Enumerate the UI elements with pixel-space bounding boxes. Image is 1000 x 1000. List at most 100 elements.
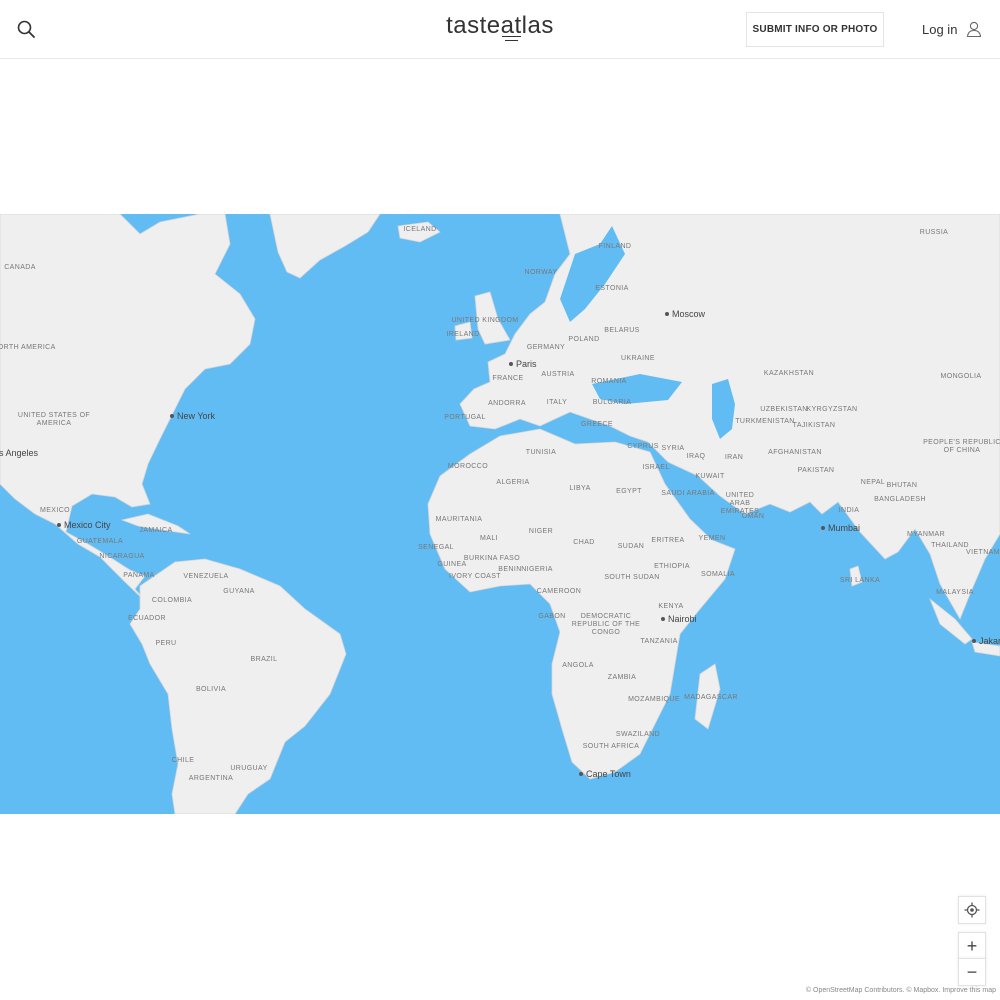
label-usa: UNITED STATES OF AMERICA bbox=[17, 412, 91, 427]
label-benin: BENIN bbox=[498, 566, 522, 573]
label-mozambique: MOZAMBIQUE bbox=[628, 696, 680, 703]
label-ireland: IRELAND bbox=[446, 331, 480, 338]
label-andorra: ANDORRA bbox=[488, 400, 526, 407]
label-malaysia: MALAYSIA bbox=[936, 589, 974, 596]
city-label: Moscow bbox=[672, 309, 706, 319]
label-chile: CHILE bbox=[171, 757, 195, 764]
label-drc: DEMOCRATIC REPUBLIC OF THE CONGO bbox=[571, 613, 641, 636]
city-label: Mexico City bbox=[64, 520, 111, 530]
city-dot bbox=[661, 617, 665, 621]
label-senegal: SENEGAL bbox=[418, 544, 454, 551]
label-kuwait: KUWAIT bbox=[695, 473, 725, 480]
label-morocco: MOROCCO bbox=[447, 463, 489, 470]
label-iraq: IRAQ bbox=[686, 453, 706, 460]
landmass-north-america bbox=[0, 214, 256, 605]
label-somalia: SOMALIA bbox=[701, 571, 735, 578]
label-romania: ROMANIA bbox=[591, 378, 627, 385]
label-niger: NIGER bbox=[528, 528, 554, 535]
user-icon bbox=[967, 21, 982, 38]
label-saudi-arabia: SAUDI ARABIA bbox=[661, 490, 715, 497]
label-burkina-faso: BURKINA FASO bbox=[463, 555, 521, 562]
label-bhutan: BHUTAN bbox=[886, 482, 918, 489]
top-navbar: tasteatlas SUBMIT INFO OR PHOTO Log in bbox=[0, 0, 1000, 59]
label-cyprus: CYPRUS bbox=[627, 443, 659, 450]
label-panama: PANAMA bbox=[123, 572, 155, 579]
label-sri-lanka: SRI LANKA bbox=[839, 577, 881, 584]
city-label: Jakarta bbox=[979, 636, 1000, 646]
label-vietnam: VIETNAM bbox=[966, 549, 1000, 556]
label-nepal: NEPAL bbox=[860, 479, 886, 486]
city-new-york[interactable]: New York bbox=[170, 411, 215, 421]
label-russia: RUSSIA bbox=[919, 229, 949, 236]
city-label: Los Angeles bbox=[0, 448, 39, 458]
label-myanmar: MYANMAR bbox=[906, 531, 946, 538]
locate-me-button[interactable] bbox=[958, 896, 986, 924]
city-jakarta[interactable]: Jakarta bbox=[972, 636, 1000, 646]
plus-icon: + bbox=[966, 935, 978, 956]
label-algeria: ALGERIA bbox=[496, 479, 530, 486]
city-label: Mumbai bbox=[828, 523, 861, 533]
label-chad: CHAD bbox=[573, 539, 595, 546]
city-moscow[interactable]: Moscow bbox=[665, 309, 705, 319]
label-belarus: BELARUS bbox=[604, 327, 640, 334]
submit-info-button[interactable]: SUBMIT INFO OR PHOTO bbox=[746, 12, 884, 47]
city-mexico-city[interactable]: Mexico City bbox=[57, 520, 111, 530]
label-tanzania: TANZANIA bbox=[640, 638, 678, 645]
label-cameroon: CAMEROON bbox=[536, 588, 582, 595]
landmass-greenland bbox=[269, 214, 381, 279]
label-iran: IRAN bbox=[724, 454, 744, 461]
city-los-angeles[interactable]: Los Angeles bbox=[0, 448, 38, 458]
label-argentina: ARGENTINA bbox=[188, 775, 234, 782]
login-label: Log in bbox=[922, 21, 958, 37]
label-china: PEOPLE'S REPUBLIC OF CHINA bbox=[923, 439, 1000, 454]
label-kenya: KENYA bbox=[658, 603, 684, 610]
label-ukraine: UKRAINE bbox=[621, 355, 655, 362]
city-cape-town[interactable]: Cape Town bbox=[579, 769, 631, 779]
city-label: Nairobi bbox=[668, 614, 697, 624]
label-pakistan: PAKISTAN bbox=[797, 467, 835, 474]
city-mumbai[interactable]: Mumbai bbox=[821, 523, 860, 533]
city-nairobi[interactable]: Nairobi bbox=[661, 614, 697, 624]
label-norway: NORWAY bbox=[524, 269, 558, 276]
login-button[interactable]: Log in bbox=[922, 18, 983, 40]
map-attribution: © OpenStreetMap Contributors. © Mapbox. … bbox=[806, 987, 996, 994]
label-jamaica: JAMAICA bbox=[139, 527, 173, 534]
city-label: Paris bbox=[516, 359, 537, 369]
minus-icon: − bbox=[966, 961, 978, 982]
city-label: New York bbox=[177, 411, 216, 421]
label-venezuela: VENEZUELA bbox=[183, 573, 229, 580]
city-dot bbox=[170, 414, 174, 418]
label-egypt: EGYPT bbox=[616, 488, 642, 495]
label-italy: ITALY bbox=[546, 399, 568, 406]
crosshair-icon bbox=[964, 902, 980, 918]
world-map[interactable]: CANADA RUSSIA ICELAND FINLAND NORWAY EST… bbox=[0, 214, 1000, 814]
label-mali: MALI bbox=[480, 535, 498, 542]
label-turkmenistan: TURKMENISTAN bbox=[735, 418, 795, 425]
zoom-in-button[interactable]: + bbox=[958, 932, 986, 960]
osm-attribution-link[interactable]: © OpenStreetMap Contributors. bbox=[806, 987, 905, 994]
label-canada: CANADA bbox=[4, 264, 36, 271]
label-tajikistan: TAJIKISTAN bbox=[792, 422, 836, 429]
label-thailand: THAILAND bbox=[931, 542, 969, 549]
label-kyrgyzstan: KYRGYZSTAN bbox=[806, 406, 858, 413]
city-label: Cape Town bbox=[586, 769, 631, 779]
city-paris[interactable]: Paris bbox=[509, 359, 537, 369]
label-libya: LIBYA bbox=[569, 485, 591, 492]
label-portugal: PORTUGAL bbox=[444, 414, 486, 421]
label-estonia: ESTONIA bbox=[595, 285, 629, 292]
city-dot bbox=[579, 772, 583, 776]
label-mongolia: MONGOLIA bbox=[940, 373, 982, 380]
label-eritrea: ERITREA bbox=[651, 537, 685, 544]
label-south-sudan: SOUTH SUDAN bbox=[604, 574, 660, 581]
label-austria: AUSTRIA bbox=[541, 371, 575, 378]
label-greece: GREECE bbox=[581, 421, 613, 428]
label-finland: FINLAND bbox=[598, 243, 632, 250]
zoom-out-button[interactable]: − bbox=[958, 958, 986, 986]
label-kazakhstan: KAZAKHSTAN bbox=[763, 370, 815, 377]
label-bulgaria: BULGARIA bbox=[592, 399, 632, 406]
logo-text-at: at bbox=[500, 12, 522, 41]
label-syria: SYRIA bbox=[661, 445, 685, 452]
improve-map-link[interactable]: Improve this map bbox=[942, 987, 996, 994]
city-dot bbox=[821, 526, 825, 530]
mapbox-attribution-link[interactable]: © Mapbox. bbox=[906, 987, 940, 994]
